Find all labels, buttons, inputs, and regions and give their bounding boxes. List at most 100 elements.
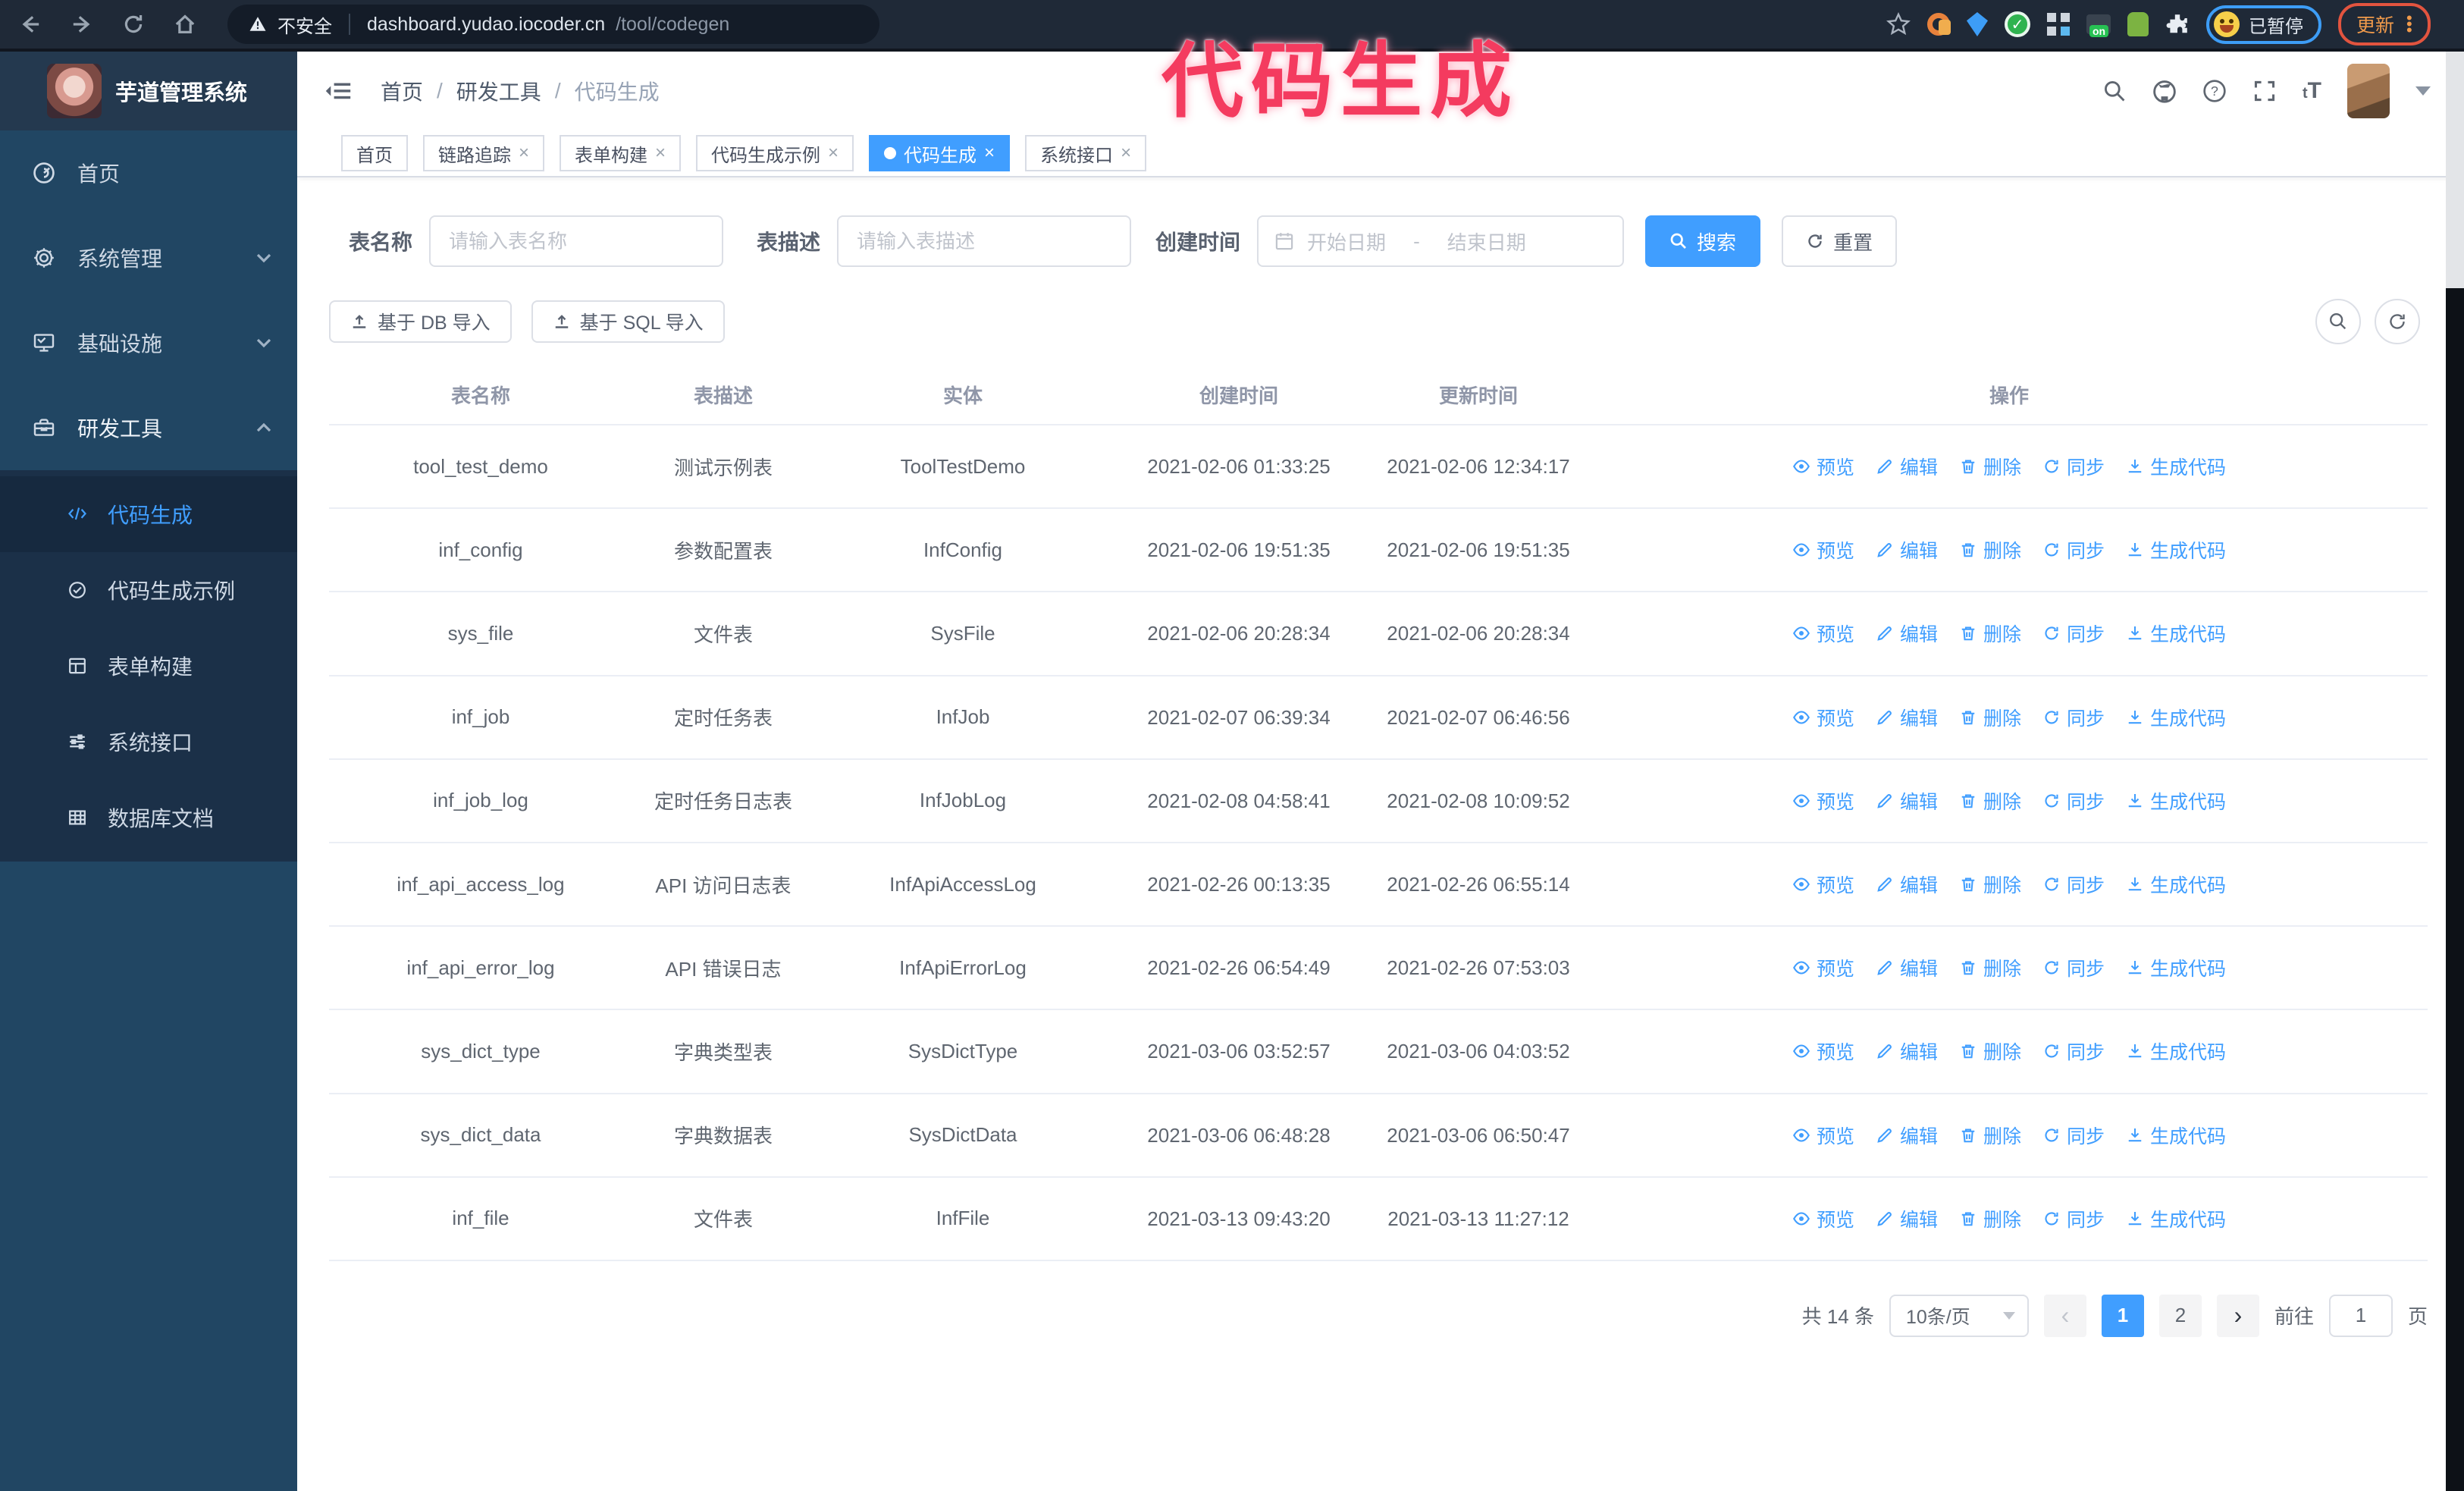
sync-link[interactable]: 同步 — [2042, 704, 2105, 731]
close-icon[interactable] — [984, 144, 995, 162]
extension-android-icon[interactable] — [2127, 12, 2149, 36]
header-github-button[interactable] — [2152, 79, 2177, 103]
preview-link[interactable]: 预览 — [1792, 1205, 1854, 1232]
edit-link[interactable]: 编辑 — [1876, 1205, 1938, 1232]
edit-link[interactable]: 编辑 — [1876, 1122, 1938, 1149]
goto-page-input[interactable] — [2328, 1294, 2393, 1337]
create-time-range-picker[interactable]: 开始日期 - 结束日期 — [1257, 215, 1625, 267]
edit-link[interactable]: 编辑 — [1876, 954, 1938, 981]
delete-link[interactable]: 删除 — [1959, 1037, 2021, 1065]
sidebar-item-devtools[interactable]: 研发工具 — [0, 385, 297, 470]
delete-link[interactable]: 删除 — [1959, 787, 2021, 815]
preview-link[interactable]: 预览 — [1792, 1122, 1854, 1149]
preview-link[interactable]: 预览 — [1792, 1037, 1854, 1065]
generate-code-link[interactable]: 生成代码 — [2126, 1037, 2226, 1065]
browser-update-button[interactable]: 更新 • • • — [2337, 3, 2431, 46]
sync-link[interactable]: 同步 — [2042, 871, 2105, 898]
next-page-button[interactable] — [2216, 1294, 2259, 1337]
generate-code-link[interactable]: 生成代码 — [2126, 536, 2226, 563]
sidebar-item-codegen[interactable]: 代码生成 — [0, 476, 297, 552]
page-button-1[interactable]: 1 — [2101, 1294, 2144, 1337]
search-button[interactable]: 搜索 — [1645, 215, 1761, 267]
reset-button[interactable]: 重置 — [1782, 215, 1898, 267]
delete-link[interactable]: 删除 — [1959, 871, 2021, 898]
refresh-table-button[interactable] — [2375, 299, 2420, 344]
breadcrumb-home[interactable]: 首页 — [381, 76, 423, 106]
delete-link[interactable]: 删除 — [1959, 536, 2021, 563]
header-fullscreen-button[interactable] — [2252, 79, 2277, 103]
user-avatar[interactable] — [2347, 64, 2390, 118]
sync-link[interactable]: 同步 — [2042, 1037, 2105, 1065]
browser-profile-button[interactable]: 已暂停 — [2205, 5, 2321, 44]
tab-form-builder[interactable]: 表单构建 — [560, 135, 682, 171]
edit-link[interactable]: 编辑 — [1876, 453, 1938, 480]
preview-link[interactable]: 预览 — [1792, 620, 1854, 647]
preview-link[interactable]: 预览 — [1792, 453, 1854, 480]
close-icon[interactable] — [1121, 144, 1131, 162]
delete-link[interactable]: 删除 — [1959, 954, 2021, 981]
browser-back-button[interactable] — [9, 3, 52, 46]
edit-link[interactable]: 编辑 — [1876, 536, 1938, 563]
sync-link[interactable]: 同步 — [2042, 453, 2105, 480]
close-icon[interactable] — [655, 144, 666, 162]
close-icon[interactable] — [828, 144, 839, 162]
edit-link[interactable]: 编辑 — [1876, 1037, 1938, 1065]
breadcrumb-devtools[interactable]: 研发工具 — [456, 76, 541, 106]
bookmark-star-icon[interactable] — [1886, 12, 1911, 36]
generate-code-link[interactable]: 生成代码 — [2126, 620, 2226, 647]
import-sql-button[interactable]: 基于 SQL 导入 — [531, 300, 725, 343]
page-size-select[interactable]: 10条/页 — [1889, 1294, 2029, 1337]
extension-icon[interactable] — [1926, 13, 1951, 36]
edit-link[interactable]: 编辑 — [1876, 620, 1938, 647]
extension-on-badge-icon[interactable] — [2086, 14, 2111, 37]
import-db-button[interactable]: 基于 DB 导入 — [329, 300, 512, 343]
user-menu-caret-icon[interactable] — [2415, 86, 2431, 96]
table-name-input[interactable] — [429, 215, 724, 267]
generate-code-link[interactable]: 生成代码 — [2126, 954, 2226, 981]
sync-link[interactable]: 同步 — [2042, 954, 2105, 981]
sidebar-item-db-doc[interactable]: 数据库文档 — [0, 780, 297, 855]
preview-link[interactable]: 预览 — [1792, 954, 1854, 981]
sync-link[interactable]: 同步 — [2042, 1205, 2105, 1232]
browser-menu-dots-icon[interactable]: • • • — [2406, 10, 2412, 39]
browser-home-button[interactable] — [164, 3, 206, 46]
sidebar-item-system[interactable]: 系统管理 — [0, 215, 297, 300]
sidebar-collapse-button[interactable] — [324, 77, 352, 105]
header-help-button[interactable]: ? — [2202, 79, 2227, 103]
sidebar-item-infra[interactable]: 基础设施 — [0, 300, 297, 385]
edit-link[interactable]: 编辑 — [1876, 704, 1938, 731]
close-icon[interactable] — [519, 144, 529, 162]
delete-link[interactable]: 删除 — [1959, 1122, 2021, 1149]
generate-code-link[interactable]: 生成代码 — [2126, 1122, 2226, 1149]
sidebar-item-form-builder[interactable]: 表单构建 — [0, 628, 297, 704]
extension-adblock-icon[interactable] — [2004, 11, 2030, 37]
prev-page-button[interactable] — [2043, 1294, 2086, 1337]
edit-link[interactable]: 编辑 — [1876, 787, 1938, 815]
font-size-button[interactable]: tT — [2303, 78, 2321, 104]
preview-link[interactable]: 预览 — [1792, 871, 1854, 898]
edit-link[interactable]: 编辑 — [1876, 871, 1938, 898]
toggle-search-button[interactable] — [2315, 299, 2361, 344]
generate-code-link[interactable]: 生成代码 — [2126, 1205, 2226, 1232]
delete-link[interactable]: 删除 — [1959, 620, 2021, 647]
tab-codegen-example[interactable]: 代码生成示例 — [696, 135, 854, 171]
sync-link[interactable]: 同步 — [2042, 536, 2105, 563]
browser-reload-button[interactable] — [112, 3, 155, 46]
delete-link[interactable]: 删除 — [1959, 453, 2021, 480]
generate-code-link[interactable]: 生成代码 — [2126, 787, 2226, 815]
delete-link[interactable]: 删除 — [1959, 1205, 2021, 1232]
tab-tracing[interactable]: 链路追踪 — [423, 135, 545, 171]
browser-forward-button[interactable] — [61, 3, 103, 46]
sidebar-item-system-api[interactable]: 系统接口 — [0, 704, 297, 780]
sync-link[interactable]: 同步 — [2042, 620, 2105, 647]
table-desc-input[interactable] — [837, 215, 1132, 267]
scrollbar-thumb[interactable] — [2446, 52, 2464, 288]
page-button-2[interactable]: 2 — [2158, 1294, 2202, 1337]
header-search-button[interactable] — [2102, 79, 2127, 103]
extension-gem-icon[interactable] — [1966, 12, 1988, 36]
tab-codegen[interactable]: 代码生成 — [869, 135, 1011, 171]
preview-link[interactable]: 预览 — [1792, 704, 1854, 731]
sidebar-item-home[interactable]: 首页 — [0, 130, 297, 215]
generate-code-link[interactable]: 生成代码 — [2126, 453, 2226, 480]
sync-link[interactable]: 同步 — [2042, 787, 2105, 815]
